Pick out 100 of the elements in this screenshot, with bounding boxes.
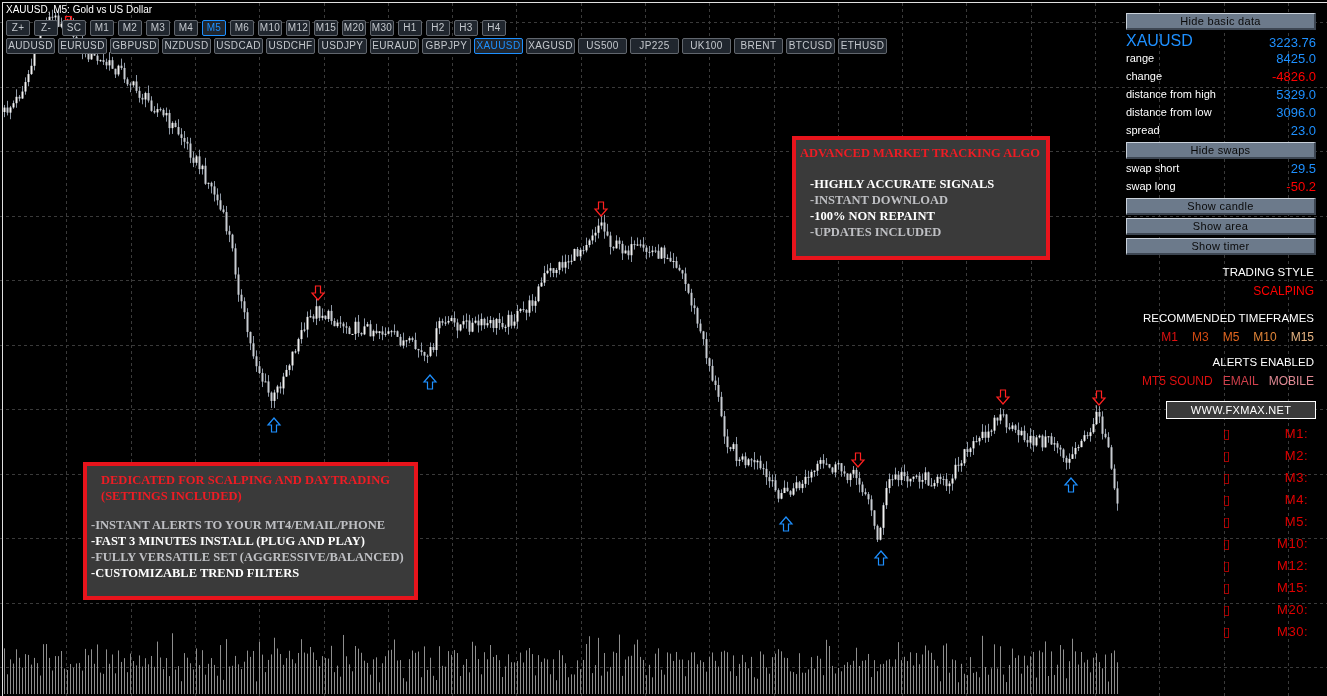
toggle-button[interactable]: Show candle	[1126, 198, 1316, 215]
down-arrow-icon	[593, 201, 609, 217]
website-banner: WWW.FXMAX.NET	[1166, 401, 1316, 419]
promo-line: -FULLY VERSATILE SET (AGGRESSIVE/BALANCED)	[91, 549, 404, 565]
up-arrow-icon	[422, 374, 438, 390]
stat-value: 23.0	[1290, 123, 1316, 137]
down-arrow-icon	[995, 389, 1011, 405]
timeframe-button[interactable]: M30	[370, 20, 394, 36]
symbol-button[interactable]: BRENT	[734, 38, 783, 54]
alert-tag: MT5 SOUND	[1141, 375, 1213, 387]
timeframe-button[interactable]: H2	[426, 20, 450, 36]
timeframe-button[interactable]: M3	[146, 20, 170, 36]
timeframe-button[interactable]: H1	[398, 20, 422, 36]
stat-value: -4826.0	[1271, 69, 1316, 83]
hide-basic-data-button[interactable]: Hide basic data	[1126, 13, 1316, 30]
down-arrow-icon	[850, 452, 866, 468]
symbol-button[interactable]: AUDUSD	[6, 38, 55, 54]
timeframe-tag: M1	[1161, 331, 1178, 343]
timeframe-button[interactable]: M12	[286, 20, 310, 36]
timer-label: M5:	[1284, 514, 1308, 528]
timer-label: M3:	[1284, 470, 1308, 484]
symbol-button[interactable]: XAUUSD	[474, 38, 523, 54]
timer-value: ▯	[1223, 426, 1231, 440]
timer-label: M12:	[1277, 558, 1308, 572]
timeframe-button[interactable]: M20	[342, 20, 366, 36]
stat-label: swap long	[1126, 180, 1176, 192]
symbol-button[interactable]: NZDUSD	[162, 38, 211, 54]
timer-label: M4:	[1284, 492, 1308, 506]
symbol-button[interactable]: JP225	[630, 38, 679, 54]
symbol-button[interactable]: USDJPY	[318, 38, 367, 54]
symbol-button[interactable]: US500	[578, 38, 627, 54]
stat-value: 8425.0	[1276, 51, 1316, 65]
timeframe-button[interactable]: M1	[90, 20, 114, 36]
promo-line: -FAST 3 MINUTES INSTALL (PLUG AND PLAY)	[91, 533, 365, 549]
stat-label: swap short	[1126, 162, 1180, 174]
promo-line: -100% NON REPAINT	[810, 208, 935, 224]
timer-value: ▯	[1223, 448, 1231, 462]
timeframe-button[interactable]: SC	[62, 20, 86, 36]
timeframe-button[interactable]: M5	[202, 20, 226, 36]
trading-style-value: SCALPING	[1253, 283, 1314, 300]
square-marker-icon	[64, 15, 73, 21]
symbol-button[interactable]: GBPJPY	[422, 38, 471, 54]
timer-value: ▯	[1223, 580, 1231, 594]
stat-value: 29.5	[1290, 161, 1316, 175]
timeframe-button[interactable]: M6	[230, 20, 254, 36]
timer-label: M2:	[1284, 448, 1308, 462]
timer-value: ▯	[1223, 514, 1231, 528]
timeframe-button[interactable]: H4	[482, 20, 506, 36]
symbol-name: XAUUSD	[1126, 33, 1193, 49]
timeframe-button[interactable]: M2	[118, 20, 142, 36]
toggle-button[interactable]: Show timer	[1126, 238, 1316, 255]
symbol-button[interactable]: EURUSD	[58, 38, 107, 54]
promo-heading: (SETTINGS INCLUDED)	[101, 488, 242, 504]
up-arrow-icon	[1063, 477, 1079, 493]
symbol-button[interactable]: USDCHF	[266, 38, 315, 54]
timer-label: M30:	[1277, 624, 1308, 638]
chart-title: XAUUSD, M5: Gold vs US Dollar	[6, 4, 153, 16]
hide-swaps-button[interactable]: Hide swaps	[1126, 142, 1316, 159]
timeframe-button[interactable]: M15	[314, 20, 338, 36]
symbol-button[interactable]: XAGUSD	[526, 38, 575, 54]
toggle-button[interactable]: Show area	[1126, 218, 1316, 235]
stat-label: range	[1126, 52, 1155, 64]
timeframe-tag: M10	[1253, 331, 1277, 343]
stat-label: spread	[1126, 124, 1160, 136]
price-value: 3223.76	[1269, 36, 1316, 49]
section-heading: ALERTS ENABLED	[1212, 355, 1314, 371]
timeframe-button[interactable]: M4	[174, 20, 198, 36]
timeframe-button[interactable]: Z+	[6, 20, 30, 36]
stat-value: 3096.0	[1276, 105, 1316, 119]
up-arrow-icon	[873, 550, 889, 566]
timeframe-tag: M5	[1222, 331, 1240, 343]
stat-value: -50.2	[1286, 179, 1316, 193]
timer-label: M20:	[1277, 602, 1308, 616]
promo-line: -CUSTOMIZABLE TREND FILTERS	[91, 565, 300, 581]
alert-tag: EMAIL	[1222, 375, 1259, 387]
symbol-button[interactable]: UK100	[682, 38, 731, 54]
symbol-button[interactable]: EURAUD	[370, 38, 419, 54]
timeframe-tag: M15	[1290, 331, 1314, 343]
stat-value: 5329.0	[1276, 87, 1316, 101]
stat-label: distance from low	[1126, 106, 1212, 118]
timeframe-button[interactable]: Z-	[34, 20, 58, 36]
symbol-button[interactable]: BTCUSD	[786, 38, 835, 54]
promo-line: -HIGHLY ACCURATE SIGNALS	[810, 176, 995, 192]
up-arrow-icon	[266, 417, 282, 433]
promo-heading: DEDICATED FOR SCALPING AND DAYTRADING	[101, 472, 390, 488]
timeframe-tag: M3	[1191, 331, 1209, 343]
timer-value: ▯	[1223, 602, 1231, 616]
alert-tag: MOBILE	[1268, 375, 1314, 387]
timer-value: ▯	[1223, 536, 1231, 550]
timeframe-button[interactable]: H3	[454, 20, 478, 36]
timer-value: ▯	[1223, 492, 1231, 506]
timeframe-button[interactable]: M10	[258, 20, 282, 36]
promo-line: -INSTANT DOWNLOAD	[810, 192, 949, 208]
symbol-button[interactable]: ETHUSD	[838, 38, 887, 54]
symbol-button[interactable]: GBPUSD	[110, 38, 159, 54]
symbol-button[interactable]: USDCAD	[214, 38, 263, 54]
stat-label: change	[1126, 70, 1163, 82]
section-heading: TRADING STYLE	[1222, 265, 1314, 281]
timer-value: ▯	[1223, 624, 1231, 638]
timer-value: ▯	[1223, 470, 1231, 484]
